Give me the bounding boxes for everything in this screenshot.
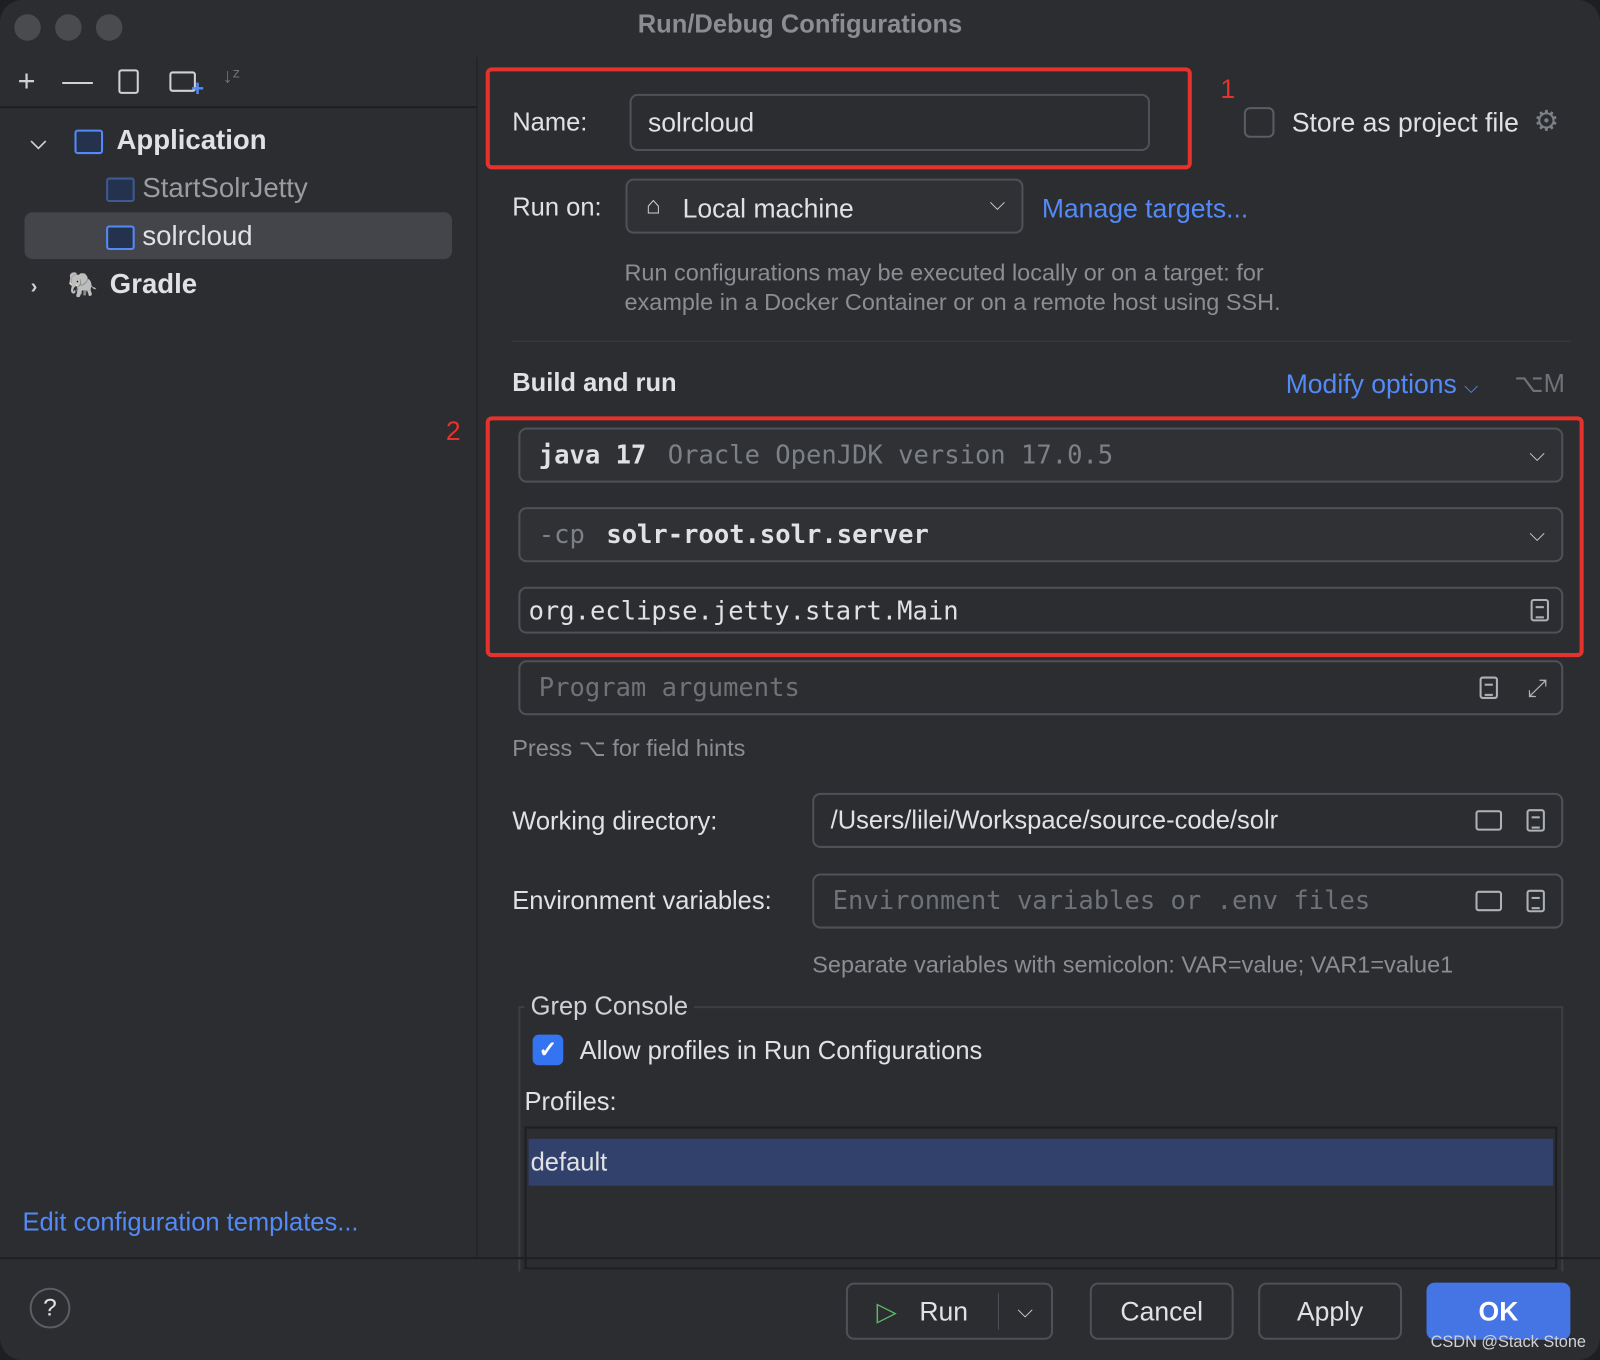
apply-button[interactable]: Apply: [1258, 1282, 1403, 1340]
modify-options-label: Modify options: [1285, 368, 1457, 399]
run-button-group: ▷ Run ⌵: [845, 1282, 1054, 1340]
working-directory-input[interactable]: /Users/lilei/Workspace/source-code/solr: [812, 792, 1564, 848]
working-directory-label: Working directory:: [512, 807, 718, 836]
folder-icon[interactable]: [1475, 810, 1503, 831]
classpath-flag: -cp: [538, 519, 585, 549]
run-split-divider: [997, 1292, 999, 1330]
section-divider: [512, 340, 1571, 342]
classpath-dropdown[interactable]: -cp solr-root.solr.server ⌵: [518, 507, 1564, 563]
tree-group-label: Application: [116, 124, 267, 156]
jdk-dropdown[interactable]: java 17 Oracle OpenJDK version 17.0.5 ⌵: [518, 427, 1564, 483]
document-icon[interactable]: [1479, 676, 1498, 699]
main-class-input[interactable]: org.eclipse.jetty.start.Main: [518, 586, 1564, 634]
run-on-hint-line-2: example in a Docker Container or on a re…: [624, 288, 1281, 316]
chevron-down-icon: ⌵: [1464, 376, 1479, 397]
program-arguments-placeholder: Program arguments: [538, 672, 800, 703]
annotation-number-1: 1: [1220, 73, 1236, 105]
document-icon[interactable]: [1530, 598, 1549, 622]
chevron-down-icon[interactable]: ⌵: [31, 132, 46, 154]
environment-variables-placeholder: Environment variables or .env files: [832, 885, 1371, 916]
gradle-elephant-icon: 🐘: [67, 271, 99, 299]
help-button[interactable]: ?: [29, 1287, 71, 1329]
run-on-dropdown[interactable]: ⌂ Local machine ⌵: [625, 178, 1024, 234]
run-options-chevron-icon[interactable]: ⌵: [1017, 1285, 1032, 1338]
build-and-run-heading: Build and run: [512, 368, 677, 397]
modify-options-shortcut: ⌥M: [1514, 369, 1565, 398]
profile-item-label: default: [530, 1147, 608, 1177]
expand-icon[interactable]: ⤢: [1527, 662, 1547, 713]
tree-item-solrcloud[interactable]: solrcloud: [24, 212, 453, 260]
profile-item-default[interactable]: default: [528, 1138, 1554, 1186]
run-on-hint-line-1: Run configurations may be executed local…: [624, 259, 1264, 286]
remove-icon[interactable]: —: [59, 63, 96, 100]
program-arguments-input[interactable]: Program arguments ⤢: [518, 660, 1564, 716]
toolbar-divider: [0, 106, 477, 109]
tree-group-label: Gradle: [109, 268, 198, 299]
grep-console-title: Grep Console: [524, 991, 695, 1022]
environment-variables-hint: Separate variables with semicolon: VAR=v…: [812, 951, 1454, 978]
edit-configuration-templates-link[interactable]: Edit configuration templates...: [22, 1208, 358, 1238]
chevron-right-icon[interactable]: ›: [31, 276, 38, 298]
gear-icon[interactable]: ⚙: [1534, 104, 1560, 138]
allow-profiles-checkbox[interactable]: ✓: [532, 1034, 564, 1066]
chevron-down-icon: ⌵: [1529, 523, 1545, 546]
play-icon: ▷: [876, 1295, 897, 1327]
document-icon[interactable]: [1526, 889, 1545, 913]
name-label: Name:: [512, 108, 588, 137]
application-icon: [74, 129, 103, 154]
footer-divider: [0, 1257, 1600, 1260]
new-folder-icon[interactable]: +: [169, 71, 204, 101]
tree-item-label: StartSolrJetty: [142, 172, 308, 204]
watermark: CSDN @Stack Stone: [1430, 1333, 1587, 1352]
run-button[interactable]: Run: [919, 1285, 968, 1338]
add-icon[interactable]: +: [8, 63, 45, 100]
main-class-value: org.eclipse.jetty.start.Main: [528, 595, 959, 626]
cancel-button[interactable]: Cancel: [1089, 1282, 1234, 1340]
classpath-module: solr-root.solr.server: [606, 519, 929, 549]
working-directory-value: /Users/lilei/Workspace/source-code/solr: [830, 806, 1279, 835]
field-hints-text: Press ⌥ for field hints: [512, 734, 746, 762]
application-icon: [106, 177, 135, 202]
run-debug-configurations-dialog: Run/Debug Configurations + — + ↓ᶻ ⌵ Appl…: [0, 0, 1600, 1360]
tree-group-application[interactable]: ⌵ Application: [31, 116, 267, 163]
modify-options-button[interactable]: Modify options ⌵: [1286, 368, 1478, 400]
copy-icon[interactable]: [118, 69, 139, 94]
chevron-down-icon: ⌵: [1529, 443, 1545, 467]
sort-alpha-icon[interactable]: ↓ᶻ: [222, 65, 240, 88]
environment-variables-input[interactable]: Environment variables or .env files: [812, 873, 1564, 929]
manage-targets-link[interactable]: Manage targets...: [1042, 193, 1248, 225]
profiles-list[interactable]: default: [524, 1126, 1558, 1270]
window-title: Run/Debug Configurations: [637, 10, 963, 39]
tree-item-label: solrcloud: [142, 220, 253, 252]
store-as-project-file-checkbox[interactable]: [1243, 107, 1275, 138]
application-icon: [106, 225, 135, 250]
profiles-label: Profiles:: [524, 1087, 617, 1117]
annotation-number-2: 2: [445, 415, 461, 446]
jdk-version: java 17: [538, 439, 647, 470]
ok-button[interactable]: OK: [1426, 1282, 1571, 1340]
name-input[interactable]: solrcloud: [629, 93, 1150, 152]
run-on-value: Local machine: [682, 192, 854, 224]
folder-icon[interactable]: [1475, 890, 1503, 912]
tree-item-startsolrjetty[interactable]: StartSolrJetty: [106, 164, 308, 211]
allow-profiles-label[interactable]: Allow profiles in Run Configurations: [580, 1037, 983, 1067]
home-icon: ⌂: [645, 191, 661, 220]
run-on-label: Run on:: [512, 192, 602, 222]
jdk-detail: Oracle OpenJDK version 17.0.5: [667, 439, 1114, 470]
panel-divider[interactable]: [476, 57, 478, 1260]
chevron-down-icon: ⌵: [989, 192, 1006, 216]
document-icon[interactable]: [1526, 809, 1545, 832]
tree-group-gradle[interactable]: › 🐘 Gradle: [31, 260, 197, 307]
store-as-project-file-label[interactable]: Store as project file: [1292, 107, 1519, 139]
environment-variables-label: Environment variables:: [512, 886, 772, 916]
